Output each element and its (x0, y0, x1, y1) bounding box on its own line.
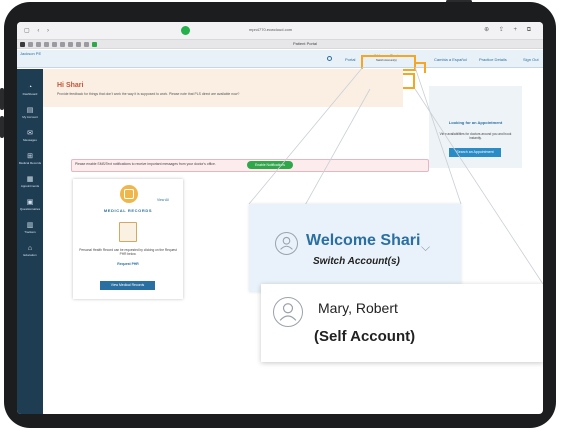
welcome-label: Welcome Shari (306, 232, 421, 249)
zoom-connector-line (248, 66, 364, 205)
account-option-self[interactable]: (Self Account) (314, 328, 415, 345)
account-option-name[interactable]: Mary, Robert (318, 300, 398, 316)
tablet-frame: ▢ ‹ › mpn4770.ecwcloud.com ⊕ ⇪ + ⧉ Patie… (4, 2, 556, 428)
chevron-down-icon[interactable]: ⌵ (421, 240, 430, 255)
tablet-screen: ▢ ‹ › mpn4770.ecwcloud.com ⊕ ⇪ + ⧉ Patie… (17, 22, 543, 414)
user-avatar-icon (275, 232, 298, 255)
zoomed-account-dropdown (261, 284, 543, 362)
stage: ▢ ‹ › mpn4770.ecwcloud.com ⊕ ⇪ + ⧉ Patie… (0, 0, 562, 432)
zoom-connector-line (414, 66, 462, 205)
switch-account-label[interactable]: Switch Account(s) (313, 256, 400, 267)
user-avatar-icon (273, 297, 303, 327)
